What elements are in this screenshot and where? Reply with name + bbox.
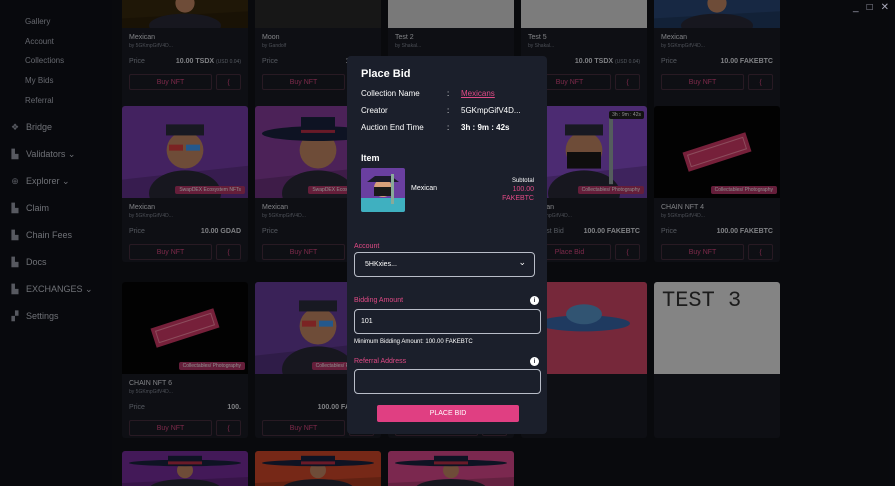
item-thumbnail (361, 168, 405, 212)
bidding-amount-input[interactable]: 101 (354, 309, 541, 334)
referral-address-input[interactable] (354, 369, 541, 394)
account-value: 5HKxies... (365, 261, 397, 268)
minimum-bid-note: Minimum Bidding Amount: 100.00 FAKEBTC (354, 339, 473, 345)
creator-row: Creator : 5GKmpGifV4D... (361, 106, 541, 115)
account-label: Account (354, 243, 380, 250)
bidding-amount-label: Bidding Amount (354, 297, 404, 304)
colon: : (447, 123, 450, 132)
collection-name-label: Collection Name (361, 89, 420, 98)
item-heading: Item (361, 153, 380, 163)
window-controls: _ □ ✕ (853, 2, 889, 13)
referral-address-label: Referral Address (354, 358, 407, 365)
minimize-icon[interactable]: _ (853, 2, 859, 13)
chevron-down-icon: ⌄ (518, 257, 526, 267)
bidding-info-icon[interactable]: i (530, 296, 539, 305)
place-bid-button[interactable]: PLACE BID (377, 405, 519, 422)
referral-info-icon[interactable]: i (530, 357, 539, 366)
auction-end-label: Auction End Time (361, 123, 424, 132)
colon: : (447, 89, 450, 98)
item-name: Mexican (411, 185, 438, 192)
account-select[interactable]: 5HKxies... ⌄ (354, 252, 535, 277)
maximize-icon[interactable]: □ (867, 2, 873, 13)
collection-name-link[interactable]: Mexicans (461, 89, 541, 98)
subtotal-value: 100.00 (512, 186, 534, 193)
app-window: _ □ ✕ Gallery Account Collections My Bid… (0, 0, 895, 486)
subtotal-currency: FAKEBTC (502, 195, 534, 202)
place-bid-modal: Place Bid Collection Name : Mexicans Cre… (347, 56, 547, 434)
auction-end-row: Auction End Time : 3h : 9m : 42s (361, 123, 541, 132)
auction-end-value: 3h : 9m : 42s (461, 123, 510, 132)
close-icon[interactable]: ✕ (881, 2, 889, 13)
creator-label: Creator (361, 106, 388, 115)
collection-name-row: Collection Name : Mexicans (361, 89, 541, 98)
subtotal-label: Subtotal (511, 178, 534, 184)
modal-title: Place Bid (361, 68, 411, 80)
colon: : (447, 106, 450, 115)
creator-value: 5GKmpGifV4D... (461, 106, 521, 115)
